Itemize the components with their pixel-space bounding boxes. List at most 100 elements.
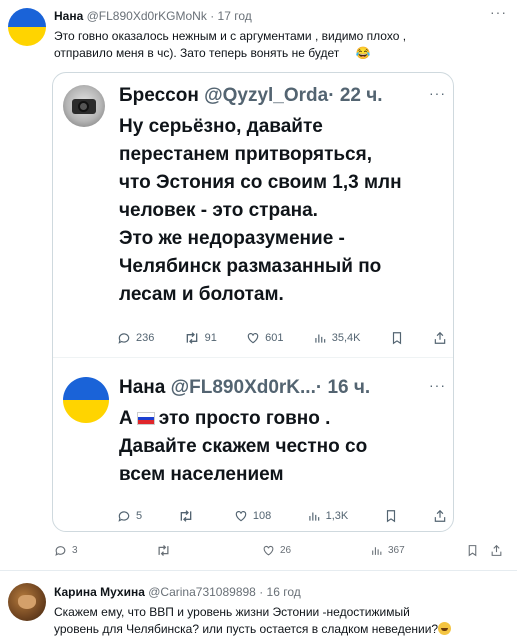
separator: · xyxy=(259,585,264,599)
text-line: всем населением xyxy=(119,464,284,485)
like-count: 601 xyxy=(265,332,284,344)
share-action xyxy=(433,509,447,523)
text-line: Челябинск размазанный по xyxy=(119,256,382,277)
post1-actions: 3 26 367 xyxy=(54,544,510,557)
timestamp[interactable]: 17 год xyxy=(218,9,252,23)
text-line: Это же недоразумение - xyxy=(119,228,345,249)
bookmark-button[interactable] xyxy=(466,544,490,557)
reply-icon xyxy=(55,546,66,556)
post-text-line: Это говно оказалось нежным и с аргумента… xyxy=(54,29,407,43)
russia-flag-icon xyxy=(136,412,155,425)
like-count: 26 xyxy=(280,545,292,556)
view-count: 367 xyxy=(388,545,405,556)
view-count: 35,4K xyxy=(331,332,361,344)
bookmark-icon xyxy=(386,510,395,523)
embedded-tweet2-actions: 5 108 1,3K xyxy=(117,509,447,523)
text-fragment: это просто говно . xyxy=(158,408,331,429)
avatar-ua-flag xyxy=(63,377,109,423)
like-button[interactable]: 26 xyxy=(262,544,370,557)
repost-count: 91 xyxy=(204,332,217,344)
more-options-icon: ··· xyxy=(429,85,446,101)
bookmark-action xyxy=(390,331,404,345)
timestamp[interactable]: 16 год xyxy=(267,585,301,599)
text-line: Аэто просто говно . xyxy=(119,405,367,433)
author-name[interactable]: Карина Мухина xyxy=(54,585,145,599)
divider xyxy=(53,357,453,358)
repost-icon xyxy=(186,332,197,344)
reply-count: 3 xyxy=(72,545,78,556)
embedded-timestamp: · 16 ч. xyxy=(315,377,371,398)
text-line: Давайте скажем честно со xyxy=(119,436,368,457)
share-button[interactable] xyxy=(490,544,503,557)
more-options-icon: ··· xyxy=(429,377,446,393)
avatar-karina[interactable] xyxy=(8,583,46,621)
repost-action xyxy=(178,509,199,523)
reply-button[interactable]: 3 xyxy=(54,544,156,557)
like-count: 108 xyxy=(252,510,272,522)
text-line: перестанем притворяться, xyxy=(119,144,372,165)
post2-text: Скажем ему, что ВВП и уровень жизни Эсто… xyxy=(54,604,452,638)
bookmark-icon xyxy=(392,332,401,345)
embedded-author-handle: @FL890Xd0rK... xyxy=(170,377,316,398)
views-icon xyxy=(308,512,319,521)
repost-button[interactable] xyxy=(156,544,262,557)
author-name[interactable]: Нана xyxy=(54,9,83,23)
post-text-line: отправило меня в чс). Зато теперь вонять… xyxy=(54,45,406,62)
embedded-author-handle: @Qyzyl_Orda xyxy=(204,85,329,106)
post-header: Нана @FL890Xd0rKGMoNk · 17 год xyxy=(54,9,252,23)
author-handle[interactable]: @FL890Xd0rKGMoNk xyxy=(87,9,207,23)
more-options-icon[interactable]: ··· xyxy=(490,4,507,20)
repost-icon xyxy=(180,510,191,522)
laughing-emoji-icon: 😂 xyxy=(355,46,371,60)
repost-action: 91 xyxy=(184,331,217,345)
reply-action: 236 xyxy=(117,331,154,345)
views-button[interactable]: 367 xyxy=(370,544,466,557)
grinning-sweat-emoji-icon xyxy=(438,622,452,635)
avatar-ua-flag[interactable] xyxy=(8,8,46,46)
camera-avatar xyxy=(63,85,105,127)
bookmark-action xyxy=(384,509,398,523)
text-fragment: А xyxy=(119,408,133,429)
post-text-line: Скажем ему, что ВВП и уровень жизни Эсто… xyxy=(54,605,410,619)
repost-icon xyxy=(158,545,169,556)
share-icon xyxy=(491,544,502,556)
embedded-tweet1-text: Ну серьёзно, давайте перестанем притворя… xyxy=(119,113,402,309)
heart-icon xyxy=(235,511,247,522)
text-line: что Эстония со своим 1,3 млн xyxy=(119,172,402,193)
views-icon xyxy=(372,547,382,555)
like-action: 108 xyxy=(234,509,271,523)
author-handle[interactable]: @Carina731089898 xyxy=(148,585,256,599)
share-icon xyxy=(434,509,446,522)
separator: · xyxy=(210,9,215,23)
embedded-timestamp: · 22 ч. xyxy=(328,85,383,106)
embedded-tweet2-header: Нана @FL890Xd0rK...· 16 ч. xyxy=(119,377,370,399)
heart-icon xyxy=(247,333,259,344)
reply-icon xyxy=(118,511,130,522)
post-text: Это говно оказалось нежным и с аргумента… xyxy=(54,28,406,62)
embedded-author-name: Нана xyxy=(119,377,166,398)
text-line: человек - это страна. xyxy=(119,200,318,221)
post-text-line-2: уровень для Челябинска? или пусть остает… xyxy=(54,622,439,636)
reply-action: 5 xyxy=(117,509,142,523)
reply-count: 236 xyxy=(136,332,155,344)
embedded-tweet1-header: Брессон @Qyzyl_Orda· 22 ч. xyxy=(119,85,383,107)
like-action: 601 xyxy=(246,331,283,345)
views-action: 35,4K xyxy=(313,331,361,345)
view-count: 1,3K xyxy=(325,510,349,522)
divider xyxy=(0,570,517,571)
bookmark-icon xyxy=(468,545,477,557)
share-action xyxy=(433,331,447,345)
post-text-line: уровень для Челябинска? или пусть остает… xyxy=(54,621,452,638)
embedded-tweet2-text: Аэто просто говно . Давайте скажем честн… xyxy=(119,405,367,489)
post-text-line-2: отправило меня в чс). Зато теперь вонять… xyxy=(54,46,340,60)
post2-header: Карина Мухина @Carina731089898 · 16 год xyxy=(54,585,301,599)
views-action: 1,3K xyxy=(307,509,349,523)
text-line: лесам и болотам. xyxy=(119,284,284,305)
embedded-screenshot[interactable]: Брессон @Qyzyl_Orda· 22 ч. ··· Ну серьёз… xyxy=(52,72,454,532)
embedded-author-name: Брессон xyxy=(119,85,199,106)
views-icon xyxy=(315,334,325,343)
share-icon xyxy=(434,331,446,344)
heart-icon xyxy=(263,545,274,556)
text-line: Ну серьёзно, давайте xyxy=(119,116,323,137)
reply-count: 5 xyxy=(136,510,143,522)
